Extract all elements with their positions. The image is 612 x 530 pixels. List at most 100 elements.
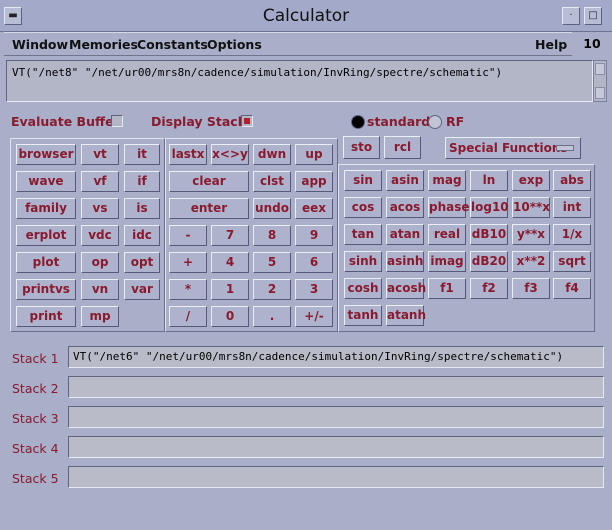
browser-button[interactable]: browser: [16, 144, 76, 165]
undo-button[interactable]: undo: [253, 198, 291, 219]
op-button[interactable]: op: [81, 252, 119, 273]
digit-6-button[interactable]: 6: [295, 252, 333, 273]
sinh-button[interactable]: sinh: [344, 251, 382, 272]
vf-button[interactable]: vf: [81, 171, 119, 192]
f2-button[interactable]: f2: [470, 278, 508, 299]
int-button[interactable]: int: [553, 197, 591, 218]
digit-8-button[interactable]: 8: [253, 225, 291, 246]
stack-1-field[interactable]: VT("/net6" "/net/ur00/mrs8n/cadence/simu…: [68, 346, 604, 368]
digit-9-button[interactable]: 9: [295, 225, 333, 246]
roll-up-button[interactable]: up: [295, 144, 333, 165]
tan-button[interactable]: tan: [344, 224, 382, 245]
f3-button[interactable]: f3: [512, 278, 550, 299]
plot-button[interactable]: plot: [16, 252, 76, 273]
clst-button[interactable]: clst: [253, 171, 291, 192]
divide-button[interactable]: /: [169, 306, 207, 327]
multiply-button[interactable]: *: [169, 279, 207, 300]
printvs-button[interactable]: printvs: [16, 279, 76, 300]
db20-button[interactable]: dB20: [470, 251, 508, 272]
display-stack-checkbox[interactable]: [241, 115, 253, 127]
f4-button[interactable]: f4: [553, 278, 591, 299]
x-squared-button[interactable]: x**2: [512, 251, 550, 272]
reciprocal-button[interactable]: 1/x: [553, 224, 591, 245]
cosh-button[interactable]: cosh: [344, 278, 382, 299]
acosh-button[interactable]: acosh: [386, 278, 426, 299]
swap-button[interactable]: x<>y: [211, 144, 249, 165]
vdc-button[interactable]: vdc: [81, 225, 119, 246]
cos-button[interactable]: cos: [344, 197, 382, 218]
abs-button[interactable]: abs: [553, 170, 591, 191]
sin-button[interactable]: sin: [344, 170, 382, 191]
eex-button[interactable]: eex: [295, 198, 333, 219]
clear-button[interactable]: clear: [169, 171, 249, 192]
scroll-up-icon[interactable]: [595, 63, 605, 75]
real-button[interactable]: real: [428, 224, 466, 245]
digit-1-button[interactable]: 1: [211, 279, 249, 300]
stack-3-field[interactable]: [68, 406, 604, 428]
special-functions-menu[interactable]: Special Functions: [445, 137, 581, 159]
mp-button[interactable]: mp: [81, 306, 119, 327]
lastx-button[interactable]: lastx: [169, 144, 207, 165]
roll-down-button[interactable]: dwn: [253, 144, 291, 165]
digit-3-button[interactable]: 3: [295, 279, 333, 300]
minus-button[interactable]: -: [169, 225, 207, 246]
atanh-button[interactable]: atanh: [386, 305, 426, 326]
if-button[interactable]: if: [124, 171, 160, 192]
minimize-icon[interactable]: ·: [562, 7, 580, 25]
ln-button[interactable]: ln: [470, 170, 508, 191]
imag-button[interactable]: imag: [428, 251, 466, 272]
asin-button[interactable]: asin: [386, 170, 424, 191]
y-pow-x-button[interactable]: y**x: [512, 224, 550, 245]
stack-4-field[interactable]: [68, 436, 604, 458]
f1-button[interactable]: f1: [428, 278, 466, 299]
app-button[interactable]: app: [295, 171, 333, 192]
var-button[interactable]: var: [124, 279, 160, 300]
menu-options[interactable]: Options: [207, 37, 262, 52]
acos-button[interactable]: acos: [386, 197, 424, 218]
ten-pow-x-button[interactable]: 10**x: [512, 197, 550, 218]
maximize-icon[interactable]: □: [584, 7, 602, 25]
rcl-button[interactable]: rcl: [384, 136, 421, 159]
exp-button[interactable]: exp: [512, 170, 550, 191]
digit-7-button[interactable]: 7: [211, 225, 249, 246]
mag-button[interactable]: mag: [428, 170, 466, 191]
db10-button[interactable]: dB10: [470, 224, 508, 245]
phase-button[interactable]: phase: [428, 197, 470, 218]
sqrt-button[interactable]: sqrt: [553, 251, 591, 272]
tanh-button[interactable]: tanh: [344, 305, 382, 326]
family-button[interactable]: family: [16, 198, 76, 219]
evaluate-buffer-checkbox[interactable]: [111, 115, 123, 127]
log10-button[interactable]: log10: [470, 197, 509, 218]
idc-button[interactable]: idc: [124, 225, 160, 246]
print-button[interactable]: print: [16, 306, 76, 327]
menu-help[interactable]: Help: [535, 37, 567, 52]
plus-button[interactable]: +: [169, 252, 207, 273]
rf-radio[interactable]: [428, 115, 442, 129]
change-sign-button[interactable]: +/-: [295, 306, 333, 327]
asinh-button[interactable]: asinh: [386, 251, 424, 272]
digit-0-button[interactable]: 0: [211, 306, 249, 327]
erplot-button[interactable]: erplot: [16, 225, 76, 246]
vn-button[interactable]: vn: [81, 279, 119, 300]
is-button[interactable]: is: [124, 198, 160, 219]
menu-window[interactable]: Window: [12, 37, 68, 52]
enter-button[interactable]: enter: [169, 198, 249, 219]
buffer-scrollbar[interactable]: [593, 60, 607, 102]
expression-buffer[interactable]: VT("/net8" "/net/ur00/mrs8n/cadence/simu…: [6, 60, 593, 102]
stack-2-field[interactable]: [68, 376, 604, 398]
opt-button[interactable]: opt: [124, 252, 160, 273]
vt-button[interactable]: vt: [81, 144, 119, 165]
stack-5-field[interactable]: [68, 466, 604, 488]
atan-button[interactable]: atan: [386, 224, 424, 245]
menu-constants[interactable]: Constants: [137, 37, 208, 52]
sto-button[interactable]: sto: [343, 136, 380, 159]
standard-radio[interactable]: [351, 115, 365, 129]
digit-2-button[interactable]: 2: [253, 279, 291, 300]
digit-4-button[interactable]: 4: [211, 252, 249, 273]
vs-button[interactable]: vs: [81, 198, 119, 219]
decimal-point-button[interactable]: .: [253, 306, 291, 327]
it-button[interactable]: it: [124, 144, 160, 165]
menu-memories[interactable]: Memories: [69, 37, 138, 52]
digit-5-button[interactable]: 5: [253, 252, 291, 273]
wave-button[interactable]: wave: [16, 171, 76, 192]
